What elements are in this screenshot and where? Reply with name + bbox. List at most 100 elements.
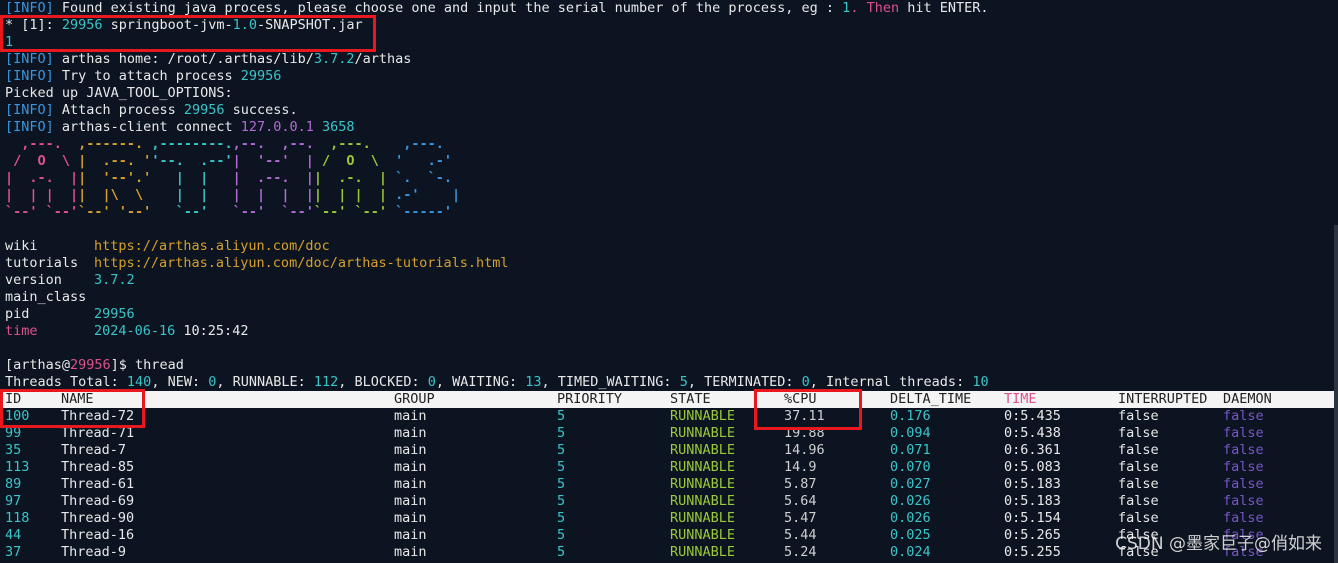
- logo-segment: `--' '--': [78, 204, 152, 220]
- logo-segment: ,------.: [78, 136, 152, 152]
- table-cell: main: [394, 510, 427, 526]
- table-row[interactable]: 89 Thread-61 main 5 RUNNABLE 5.87 0.027 0:5.183…: [5, 476, 1335, 493]
- table-cell: main: [394, 493, 427, 509]
- table-cell: 0.024: [890, 544, 931, 560]
- table-cell: 5.44: [784, 527, 817, 543]
- table-header-cell[interactable]: TIME: [1004, 391, 1037, 408]
- line-arthas-home: [INFO] arthas home: /root/.arthas/lib/3.…: [5, 51, 1335, 68]
- table-cell: false: [1223, 493, 1264, 509]
- table-cell: RUNNABLE: [670, 476, 736, 492]
- table-cell: 0.094: [890, 425, 931, 441]
- pid-value: 29956: [94, 306, 135, 322]
- scrollbar[interactable]: [1334, 0, 1338, 563]
- table-cell: 0.026: [890, 510, 931, 526]
- logo-segment: `-----': [387, 204, 469, 220]
- info-tag: [INFO]: [5, 0, 54, 16]
- table-cell: 0:5.183: [1004, 476, 1061, 492]
- table-header-cell[interactable]: INTERRUPTED: [1118, 391, 1207, 408]
- table-row[interactable]: 35 Thread-7 main 5 RUNNABLE 14.96 0.071 0:6.361…: [5, 442, 1335, 459]
- table-cell: 89: [5, 476, 22, 492]
- logo-row: | | | || |\ \ | | | | | || | | | .-' |: [5, 187, 1335, 204]
- table-cell: false: [1223, 408, 1264, 424]
- arthas-home-text: arthas home: /root/.arthas/lib/: [53, 51, 314, 67]
- logo-segment: | | | |: [232, 187, 314, 203]
- table-cell: 5.24: [784, 544, 817, 560]
- table-cell: 37: [5, 544, 22, 560]
- table-row[interactable]: 97 Thread-69 main 5 RUNNABLE 5.64 0.026 0:5.183…: [5, 493, 1335, 510]
- logo-segment: ,---.: [5, 136, 79, 152]
- summary-internal: 10: [972, 374, 989, 390]
- table-cell: 0.176: [890, 408, 931, 424]
- summary-label: , TERMINATED:: [687, 374, 802, 390]
- summary-label: , WAITING:: [435, 374, 526, 390]
- table-cell: false: [1118, 425, 1159, 441]
- table-row[interactable]: 99 Thread-71 main 5 RUNNABLE 19.88 0.094 0:5.43…: [5, 425, 1335, 442]
- table-cell: 5: [557, 442, 566, 458]
- arthas-ascii-logo: ,---. ,------. ,--------.,--. ,--. ,---.…: [5, 136, 1335, 221]
- table-cell: Thread-90: [61, 510, 135, 526]
- table-cell: false: [1223, 425, 1264, 441]
- line-client-connect: [INFO] arthas-client connect 127.0.0.1 3…: [5, 119, 1335, 136]
- info-main-class: main_class: [5, 289, 1335, 306]
- logo-segment: ,---.: [387, 136, 469, 152]
- table-cell: 35: [5, 442, 22, 458]
- version-value: 3.7.2: [94, 272, 135, 288]
- logo-segment: | |: [151, 170, 233, 186]
- logo-segment: | '--'.': [78, 170, 152, 186]
- table-cell: false: [1223, 510, 1264, 526]
- summary-timed-waiting: 5: [679, 374, 688, 390]
- logo-segment: | .--. ': [78, 153, 152, 169]
- command-prompt[interactable]: [arthas@29956]$ thread: [5, 357, 1335, 374]
- table-header-cell[interactable]: DELTA_TIME: [890, 391, 971, 408]
- logo-segment: | | | |: [5, 187, 79, 203]
- summary-terminated: 0: [801, 374, 810, 390]
- table-cell: main: [394, 442, 427, 458]
- table-cell: 5: [557, 425, 566, 441]
- line-java-tool-options: Picked up JAVA_TOOL_OPTIONS:: [5, 85, 233, 101]
- table-header-cell[interactable]: STATE: [670, 391, 711, 408]
- summary-label: , Internal threads:: [809, 374, 973, 390]
- table-row[interactable]: 100 Thread-72 main 5 RUNNABLE 37.11 0.176 0:5.4…: [5, 408, 1335, 425]
- client-connect-text: arthas-client connect: [53, 119, 241, 135]
- line-try-attach: [INFO] Try to attach process 29956: [5, 68, 1335, 85]
- info-wiki: wiki https://arthas.aliyun.com/doc: [5, 238, 1335, 255]
- table-cell: 5: [557, 459, 566, 475]
- table-cell: main: [394, 527, 427, 543]
- logo-segment: .-' |: [387, 187, 469, 203]
- scrollbar-thumb[interactable]: [1334, 225, 1338, 563]
- arthas-home-version: 3.7.2: [313, 51, 355, 67]
- info-tag: [INFO]: [5, 68, 54, 84]
- summary-label: , TIMED_WAITING:: [541, 374, 680, 390]
- table-cell: Thread-85: [61, 459, 135, 475]
- info-tag: [INFO]: [5, 51, 54, 67]
- table-header-cell[interactable]: GROUP: [394, 391, 435, 408]
- tutorials-link[interactable]: https://arthas.aliyun.com/doc/arthas-tut…: [94, 255, 509, 272]
- logo-segment: ,---.: [313, 136, 388, 152]
- info-tag: [INFO]: [5, 119, 54, 135]
- table-cell: main: [394, 476, 427, 492]
- terminal-output[interactable]: [INFO] Found existing java process, plea…: [0, 0, 1338, 561]
- table-cell: 5: [557, 527, 566, 543]
- table-cell: 0.027: [890, 476, 931, 492]
- table-row[interactable]: 118 Thread-90 main 5 RUNNABLE 5.47 0.026 0:5.15…: [5, 510, 1335, 527]
- try-attach-text: Try to attach process: [53, 68, 241, 84]
- logo-row: ,---. ,------. ,--------.,--. ,--. ,---.…: [5, 136, 1335, 153]
- client-ip: 127.0.0.1: [240, 119, 314, 135]
- table-cell: 5.87: [784, 476, 817, 492]
- wiki-link[interactable]: https://arthas.aliyun.com/doc: [94, 238, 330, 255]
- table-cell: 0.070: [890, 459, 931, 475]
- client-port: 3658: [322, 119, 355, 135]
- table-header-cell[interactable]: DAEMON: [1223, 391, 1272, 408]
- logo-segment: | '--' |: [232, 153, 314, 169]
- table-cell: 0:5.255: [1004, 544, 1061, 560]
- logo-segment: ' .-': [387, 153, 469, 169]
- line-attach-success: [INFO] Attach process 29956 success.: [5, 102, 1335, 119]
- info-pid: pid 29956: [5, 306, 1335, 323]
- table-cell: false: [1223, 476, 1264, 492]
- logo-segment: ,--------.: [151, 136, 233, 152]
- table-cell: RUNNABLE: [670, 510, 736, 526]
- table-row[interactable]: 113 Thread-85 main 5 RUNNABLE 14.9 0.070 0:5.08…: [5, 459, 1335, 476]
- table-cell: false: [1118, 442, 1159, 458]
- table-header-cell[interactable]: PRIORITY: [557, 391, 622, 408]
- table-cell: 0:5.183: [1004, 493, 1061, 509]
